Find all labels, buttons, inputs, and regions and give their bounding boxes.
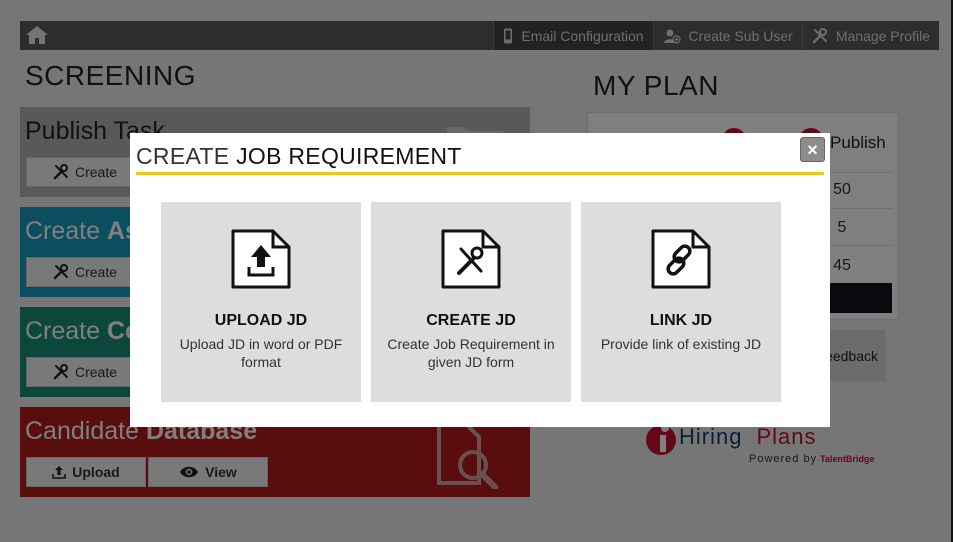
option-title: UPLOAD JD [214,312,308,329]
modal-title-underline [136,172,824,175]
tools-file-icon [441,229,501,289]
upload-jd-option[interactable]: UPLOAD JD Upload JD in word or PDF forma… [161,202,361,402]
link-file-icon [651,229,711,289]
close-button[interactable]: × [800,137,825,162]
option-title: LINK JD [649,312,713,329]
option-title: CREATE JD [426,312,516,329]
option-description: Create Job Requirement in given JD form [387,336,555,370]
option-description: Upload JD in word or PDF format [179,336,343,370]
create-job-requirement-modal: CREATE JOB REQUIREMENT × UPLOAD JD Uploa… [130,133,830,427]
create-jd-option[interactable]: CREATE JD Create Job Requirement in give… [371,202,571,402]
upload-file-icon [231,229,291,289]
link-jd-option[interactable]: LINK JD Provide link of existing JD [581,202,781,402]
option-description: Provide link of existing JD [600,336,762,352]
modal-title: CREATE JOB REQUIREMENT [136,143,462,169]
